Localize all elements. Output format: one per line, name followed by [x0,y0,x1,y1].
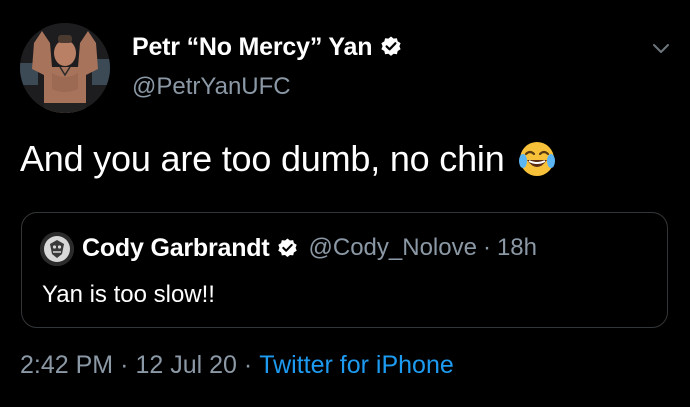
tweet-text: And you are too dumb, no chin [20,138,557,180]
tweet-metadata: 2:42 PM · 12 Jul 20 · Twitter for iPhone [20,351,454,380]
quoted-separator: · [482,234,491,261]
author-handle[interactable]: @PetrYanUFC [132,73,291,101]
tweet: Petr “No Mercy” Yan @PetrYanUFC And you … [0,0,690,407]
quoted-tweet-text: Yan is too slow!! [42,281,215,308]
tweet-time[interactable]: 2:42 PM [20,351,113,380]
author-display-name[interactable]: Petr “No Mercy” Yan [132,33,372,62]
quoted-display-name[interactable]: Cody Garbrandt [82,234,270,263]
meta-separator: · [120,351,129,379]
tweet-source-link[interactable]: Twitter for iPhone [259,351,454,380]
quoted-header: Cody Garbrandt @Cody_Nolove · 18h [82,229,537,267]
fighter-photo-avatar-icon [20,23,110,113]
quoted-author-avatar[interactable] [40,232,74,266]
face-with-tears-of-joy-icon [517,139,557,179]
chevron-down-icon[interactable] [650,37,672,59]
meta-separator: · [243,351,253,379]
author-name-row: Petr “No Mercy” Yan [132,28,403,66]
fighter-logo-avatar-icon [40,232,74,266]
verified-badge-icon [379,35,403,59]
tweet-text-content: And you are too dumb, no chin [20,138,505,179]
quoted-handle[interactable]: @Cody_Nolove [309,234,477,262]
author-avatar[interactable] [20,23,110,113]
quoted-tweet-card[interactable]: Cody Garbrandt @Cody_Nolove · 18h Yan is… [21,212,668,328]
verified-badge-icon [276,237,299,260]
tweet-date[interactable]: 12 Jul 20 [135,351,236,380]
quoted-timestamp[interactable]: 18h [497,234,537,262]
